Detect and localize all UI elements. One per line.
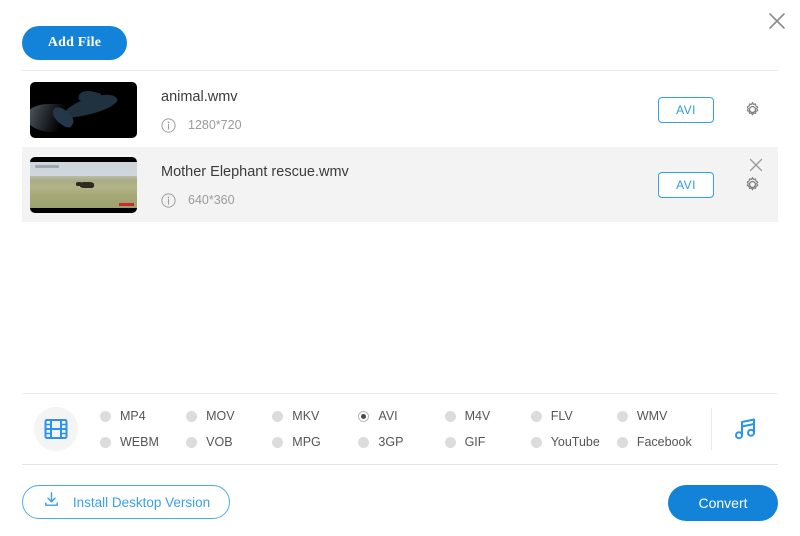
- format-label: MKV: [292, 409, 319, 423]
- format-option-mkv[interactable]: MKV: [272, 409, 358, 423]
- radio-3gp[interactable]: [358, 437, 369, 448]
- file-name: animal.wmv: [161, 87, 658, 107]
- format-label: GIF: [465, 435, 486, 449]
- radio-m4v[interactable]: [445, 411, 456, 422]
- format-panel: MP4 MOV MKV AVI M4V FLV: [22, 393, 778, 465]
- file-subinfo: 640*360: [161, 193, 658, 208]
- convert-button[interactable]: Convert: [668, 485, 778, 521]
- format-option-mov[interactable]: MOV: [186, 409, 272, 423]
- file-subinfo: 1280*720: [161, 118, 658, 133]
- close-icon[interactable]: [760, 4, 794, 38]
- format-option-flv[interactable]: FLV: [531, 409, 617, 423]
- format-label: FLV: [551, 409, 573, 423]
- format-options-grid: MP4 MOV MKV AVI M4V FLV: [100, 409, 703, 449]
- radio-gif[interactable]: [445, 437, 456, 448]
- format-label: VOB: [206, 435, 232, 449]
- converter-window: Add File animal.wmv: [0, 0, 800, 536]
- format-option-youtube[interactable]: YouTube: [531, 435, 617, 449]
- remove-file-icon[interactable]: [746, 155, 766, 175]
- format-label: MOV: [206, 409, 234, 423]
- format-option-facebook[interactable]: Facebook: [617, 435, 703, 449]
- info-icon[interactable]: [161, 118, 176, 133]
- video-thumbnail: [30, 157, 137, 213]
- format-label: 3GP: [378, 435, 403, 449]
- format-label: AVI: [378, 409, 397, 423]
- format-option-gif[interactable]: GIF: [445, 435, 531, 449]
- radio-mov[interactable]: [186, 411, 197, 422]
- file-resolution: 1280*720: [188, 118, 242, 132]
- file-meta: animal.wmv 1280*720: [161, 87, 658, 133]
- format-option-webm[interactable]: WEBM: [100, 435, 186, 449]
- install-label: Install Desktop Version: [73, 495, 210, 510]
- gear-icon[interactable]: [734, 95, 770, 125]
- table-row[interactable]: animal.wmv 1280*720 AVI: [22, 72, 778, 147]
- file-resolution: 640*360: [188, 193, 235, 207]
- radio-flv[interactable]: [531, 411, 542, 422]
- format-option-mpg[interactable]: MPG: [272, 435, 358, 449]
- radio-facebook[interactable]: [617, 437, 628, 448]
- info-icon[interactable]: [161, 193, 176, 208]
- add-file-button[interactable]: Add File: [22, 26, 127, 60]
- format-label: MPG: [292, 435, 320, 449]
- format-label: YouTube: [551, 435, 600, 449]
- radio-wmv[interactable]: [617, 411, 628, 422]
- file-list: animal.wmv 1280*720 AVI: [22, 72, 778, 222]
- radio-vob[interactable]: [186, 437, 197, 448]
- format-option-avi[interactable]: AVI: [358, 409, 444, 423]
- format-option-m4v[interactable]: M4V: [445, 409, 531, 423]
- format-label: M4V: [465, 409, 491, 423]
- radio-youtube[interactable]: [531, 437, 542, 448]
- list-divider: [22, 70, 778, 71]
- radio-mp4[interactable]: [100, 411, 111, 422]
- output-format-badge[interactable]: AVI: [658, 97, 714, 123]
- radio-mkv[interactable]: [272, 411, 283, 422]
- install-desktop-version-button[interactable]: Install Desktop Version: [22, 485, 230, 519]
- format-label: Facebook: [637, 435, 692, 449]
- music-note-icon[interactable]: [712, 415, 778, 443]
- format-option-vob[interactable]: VOB: [186, 435, 272, 449]
- format-option-mp4[interactable]: MP4: [100, 409, 186, 423]
- video-thumbnail: [30, 82, 137, 138]
- format-option-3gp[interactable]: 3GP: [358, 435, 444, 449]
- radio-avi[interactable]: [358, 411, 369, 422]
- film-strip-icon[interactable]: [34, 407, 78, 451]
- format-label: MP4: [120, 409, 146, 423]
- file-meta: Mother Elephant rescue.wmv 640*360: [161, 162, 658, 208]
- download-icon: [42, 490, 61, 514]
- format-label: WEBM: [120, 435, 159, 449]
- format-option-wmv[interactable]: WMV: [617, 409, 703, 423]
- format-label: WMV: [637, 409, 668, 423]
- table-row[interactable]: Mother Elephant rescue.wmv 640*360 AVI: [22, 147, 778, 222]
- output-format-badge[interactable]: AVI: [658, 172, 714, 198]
- add-file-wrap: Add File: [22, 26, 127, 60]
- file-name: Mother Elephant rescue.wmv: [161, 162, 658, 182]
- radio-mpg[interactable]: [272, 437, 283, 448]
- radio-webm[interactable]: [100, 437, 111, 448]
